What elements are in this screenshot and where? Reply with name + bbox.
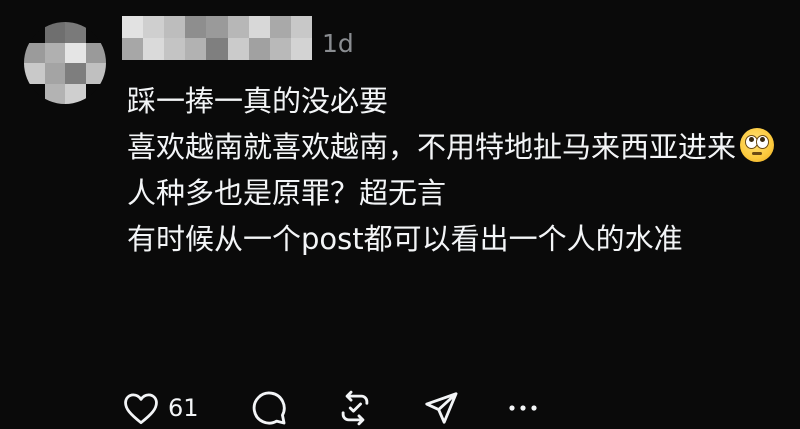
heart-icon xyxy=(124,393,158,425)
post-timestamp: 1d xyxy=(322,29,354,58)
post-text-line: 踩一捧一真的没必要 xyxy=(127,84,389,118)
repost-icon xyxy=(341,390,369,426)
post-text: 喜欢越南就喜欢越南，不用特地扯马来西亚进来 xyxy=(127,130,737,164)
share-icon xyxy=(425,392,458,424)
rolling-eyes-emoji-icon xyxy=(740,128,775,162)
avatar[interactable] xyxy=(24,22,106,104)
comment-icon xyxy=(252,391,286,425)
more-icon xyxy=(509,405,537,411)
post-text-line: 人种多也是原罪？超无言 xyxy=(127,176,447,210)
username[interactable] xyxy=(122,16,312,60)
post-text-line: 喜欢越南就喜欢越南，不用特地扯马来西亚进来 xyxy=(127,124,777,170)
like-button[interactable]: 61 xyxy=(122,388,199,428)
post-content: 踩一捧一真的没必要 喜欢越南就喜欢越南，不用特地扯马来西亚进来 人种多也是原罪？… xyxy=(127,78,777,262)
repost-button[interactable] xyxy=(336,388,374,428)
comment-button[interactable] xyxy=(250,388,288,428)
more-options-button[interactable] xyxy=(508,388,538,428)
share-button[interactable] xyxy=(422,388,460,428)
post-text-line: 有时候从一个post都可以看出一个人的水准 xyxy=(127,222,683,256)
like-count: 61 xyxy=(168,394,199,422)
